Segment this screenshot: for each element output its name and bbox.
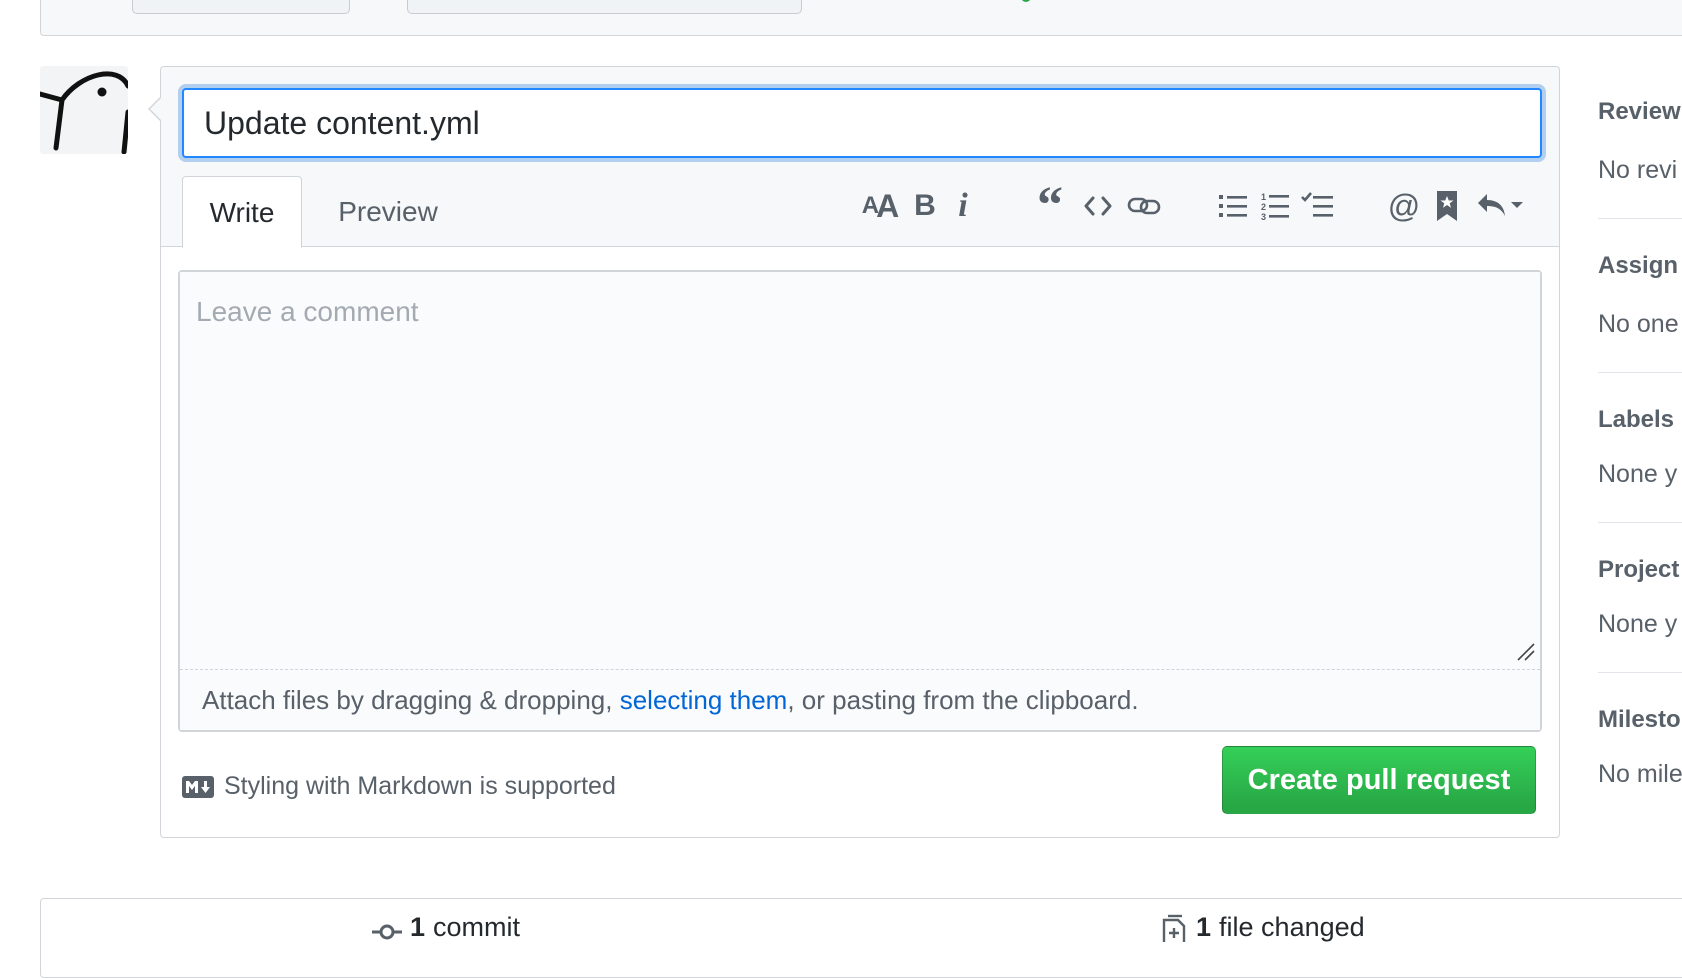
commit-icon	[372, 924, 402, 939]
svg-text:2: 2	[1261, 202, 1266, 212]
text-size-icon[interactable]: AA	[858, 184, 900, 228]
compare-stats-bar	[40, 898, 1682, 978]
sidebar-labels-value: None y	[1598, 460, 1678, 488]
markdown-icon	[182, 776, 214, 798]
sidebar-milestone-value: No mile	[1598, 760, 1682, 788]
tab-preview[interactable]: Preview	[318, 176, 458, 248]
file-diff-icon	[1162, 914, 1186, 942]
svg-text:3: 3	[1261, 212, 1266, 220]
markdown-help-text[interactable]: Styling with Markdown is supported	[224, 766, 616, 806]
speech-pointer-fill	[150, 97, 162, 121]
attach-suffix: , or pasting from the clipboard.	[787, 685, 1139, 715]
pull-request-title-input[interactable]	[182, 88, 1542, 158]
link-icon[interactable]	[1124, 184, 1164, 228]
compare-branch-select[interactable]	[407, 0, 802, 14]
bookmark-icon[interactable]	[1432, 184, 1462, 228]
comment-container: Attach files by dragging & dropping, sel…	[178, 270, 1542, 732]
sidebar-assignees-value: No one	[1598, 310, 1679, 338]
sidebar-reviewers-value: No revi	[1598, 156, 1678, 184]
mention-icon[interactable]: @	[1386, 184, 1422, 228]
sidebar-reviewers-title[interactable]: Review	[1598, 98, 1681, 126]
file-label: file changed	[1219, 912, 1365, 942]
file-count: 1	[1196, 912, 1212, 942]
avatar[interactable]	[40, 66, 128, 154]
select-files-link[interactable]: selecting them	[620, 685, 788, 715]
bold-icon[interactable]: B	[908, 184, 942, 228]
task-list-icon[interactable]	[1298, 184, 1338, 228]
quote-icon[interactable]: “	[1032, 177, 1068, 234]
sidebar-divider	[1598, 372, 1682, 373]
sidebar-divider	[1598, 218, 1682, 219]
base-branch-select[interactable]	[132, 0, 350, 14]
ordered-list-icon[interactable]: 123	[1258, 184, 1292, 228]
bird-avatar-icon	[40, 71, 128, 154]
sidebar-divider	[1598, 672, 1682, 673]
file-attachment-bar[interactable]: Attach files by dragging & dropping, sel…	[180, 669, 1540, 730]
code-icon[interactable]	[1080, 184, 1116, 228]
resize-grip-icon[interactable]	[1514, 640, 1536, 662]
attach-prefix: Attach files by dragging & dropping,	[202, 685, 620, 715]
files-changed-tab[interactable]: 1 file changed	[1162, 912, 1365, 943]
sidebar-divider	[1598, 522, 1682, 523]
create-pull-request-button[interactable]: Create pull request	[1222, 746, 1536, 814]
sidebar-milestone-title[interactable]: Milesto	[1598, 706, 1681, 734]
sidebar-projects-title[interactable]: Project	[1598, 556, 1679, 584]
sidebar-assignees-title[interactable]: Assign	[1598, 252, 1678, 280]
comment-textarea[interactable]	[180, 272, 1540, 668]
tab-write[interactable]: Write	[182, 176, 302, 248]
sidebar-projects-value: None y	[1598, 610, 1678, 638]
svg-text:1: 1	[1261, 192, 1266, 202]
reply-icon[interactable]	[1474, 184, 1526, 228]
unordered-list-icon[interactable]	[1216, 184, 1250, 228]
commit-count: 1	[410, 912, 426, 942]
italic-icon[interactable]: i	[950, 184, 976, 228]
commits-tab[interactable]: 1 commit	[372, 912, 520, 943]
sidebar-labels-title[interactable]: Labels	[1598, 406, 1674, 434]
commit-label: commit	[433, 912, 521, 942]
